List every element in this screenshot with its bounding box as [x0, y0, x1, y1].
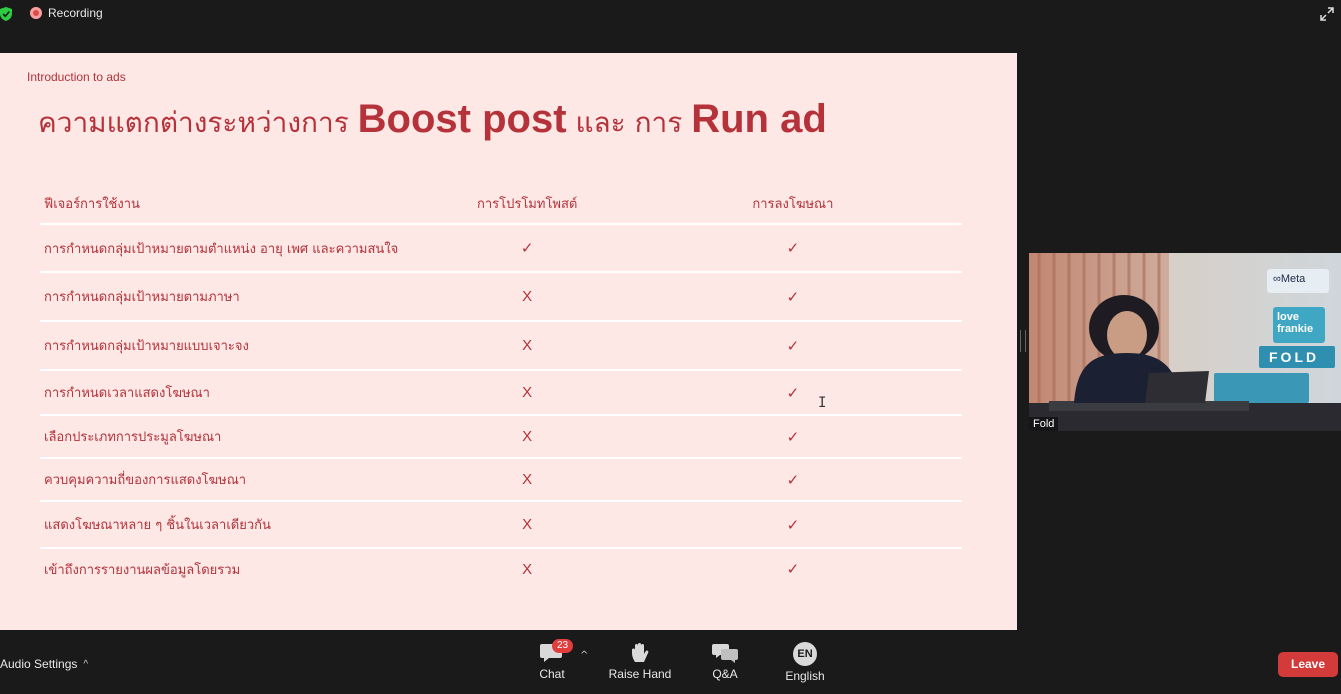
slide-title: ความแตกต่างระหว่างการ Boost post และ การ… — [38, 97, 827, 145]
raise-hand-button[interactable]: Raise Hand — [605, 642, 675, 681]
fold-sign: FOLD — [1269, 349, 1320, 365]
recording-label: Recording — [48, 6, 103, 20]
leave-button[interactable]: Leave — [1278, 652, 1338, 677]
run-check-icon: ✓ — [786, 383, 800, 402]
run-check-icon: ✓ — [786, 515, 800, 534]
comparison-table: ฟีเจอร์การใช้งาน การโปรโมทโพสต์ การลงโฆษ… — [40, 183, 962, 589]
table-row: แสดงโฆษณาหลาย ๆ ชิ้นในเวลาเดียวกัน X ✓ — [40, 502, 962, 549]
panel-resize-handle[interactable] — [1020, 330, 1026, 352]
qa-button[interactable]: Q&A — [690, 642, 760, 681]
run-check-icon: ✓ — [786, 427, 800, 446]
participant-video[interactable]: ∞Meta love frankie FOLD Fold — [1029, 253, 1341, 431]
chat-badge: 23 — [552, 639, 574, 653]
brand-sign-line2: frankie — [1277, 323, 1314, 335]
table-row: การกำหนดกลุ่มเป้าหมายตามภาษา X ✓ — [40, 273, 962, 322]
feature-cell: การกำหนดกลุ่มเป้าหมายตามตำแหน่ง อายุ เพศ… — [44, 241, 399, 257]
header-run: การลงโฆษณา — [752, 196, 834, 212]
brand-sign: love frankie — [1277, 311, 1313, 335]
table-header: ฟีเจอร์การใช้งาน การโปรโมทโพสต์ การลงโฆษ… — [40, 183, 962, 225]
slide-title-part2: Boost post — [357, 97, 567, 141]
table-row: การกำหนดกลุ่มเป้าหมายตามตำแหน่ง อายุ เพศ… — [40, 225, 962, 273]
shared-slide: Introduction to ads ความแตกต่างระหว่างกา… — [0, 53, 1017, 630]
record-icon — [30, 7, 42, 19]
raise-hand-label: Raise Hand — [608, 667, 672, 681]
brand-sign-line1: love — [1277, 311, 1300, 323]
boost-cross-icon: X — [522, 384, 533, 401]
boost-cross-icon: X — [522, 337, 533, 354]
run-check-icon: ✓ — [786, 287, 800, 306]
boost-cross-icon: X — [522, 428, 533, 445]
slide-title-part4: Run ad — [691, 97, 827, 141]
run-check-icon: ✓ — [786, 470, 800, 489]
feature-cell: ควบคุมความถี่ของการแสดงโฆษณา — [44, 473, 247, 488]
participant-name: Fold — [1029, 417, 1059, 431]
boost-check-icon: ✓ — [520, 239, 534, 257]
shield-check-icon — [0, 7, 12, 21]
slide-subtitle: Introduction to ads — [27, 70, 126, 84]
language-label: English — [785, 669, 825, 683]
header-boost: การโปรโมทโพสต์ — [476, 196, 578, 212]
language-icon: EN — [793, 642, 817, 666]
meta-sign: ∞Meta — [1273, 273, 1306, 285]
audio-settings-label: Audio Settings — [0, 657, 78, 671]
text-cursor-icon: I — [818, 395, 827, 411]
table-row: การกำหนดกลุ่มเป้าหมายแบบเจาะจง X ✓ — [40, 322, 962, 371]
feature-cell: การกำหนดกลุ่มเป้าหมายแบบเจาะจง — [44, 339, 249, 354]
boost-cross-icon: X — [522, 560, 533, 578]
boost-cross-icon: X — [522, 516, 533, 533]
qa-icon — [712, 644, 738, 663]
chat-label: Chat — [539, 667, 565, 681]
feature-cell: การกำหนดกลุ่มเป้าหมายตามภาษา — [44, 290, 240, 305]
chat-button[interactable]: 23 Chat — [517, 639, 587, 681]
chevron-up-icon[interactable]: ^ — [83, 659, 88, 670]
bottom-toolbar: Audio Settings ^ 23 Chat ^ Raise Hand Q&… — [0, 630, 1341, 694]
run-check-icon: ✓ — [786, 560, 800, 578]
top-bar: Recording — [0, 0, 1341, 30]
slide-title-part1: ความแตกต่างระหว่างการ — [38, 106, 358, 139]
feature-cell: การกำหนดเวลาแสดงโฆษณา — [44, 386, 210, 401]
chat-chevron-up-icon[interactable]: ^ — [580, 650, 588, 661]
language-button[interactable]: EN English — [770, 642, 840, 683]
fullscreen-icon[interactable] — [1319, 6, 1335, 22]
header-feature: ฟีเจอร์การใช้งาน — [44, 196, 140, 212]
run-check-icon: ✓ — [786, 336, 800, 355]
boost-cross-icon: X — [522, 288, 533, 305]
feature-cell: เข้าถึงการรายงานผลข้อมูลโดยรวม — [44, 562, 241, 578]
feature-cell: แสดงโฆษณาหลาย ๆ ชิ้นในเวลาเดียวกัน — [44, 518, 271, 533]
slide-title-part3: และ การ — [566, 106, 692, 139]
feature-cell: เลือกประเภทการประมูลโฆษณา — [44, 430, 222, 445]
qa-label: Q&A — [712, 667, 738, 681]
recording-indicator[interactable]: Recording — [30, 6, 103, 20]
run-check-icon: ✓ — [786, 239, 800, 257]
raise-hand-icon — [632, 643, 649, 662]
table-row: ควบคุมความถี่ของการแสดงโฆษณา X ✓ — [40, 459, 962, 502]
boost-cross-icon: X — [522, 471, 533, 488]
table-row: เข้าถึงการรายงานผลข้อมูลโดยรวม X ✓ — [40, 549, 962, 589]
table-row: เลือกประเภทการประมูลโฆษณา X ✓ — [40, 416, 962, 459]
audio-settings-button[interactable]: Audio Settings ^ — [0, 657, 88, 671]
